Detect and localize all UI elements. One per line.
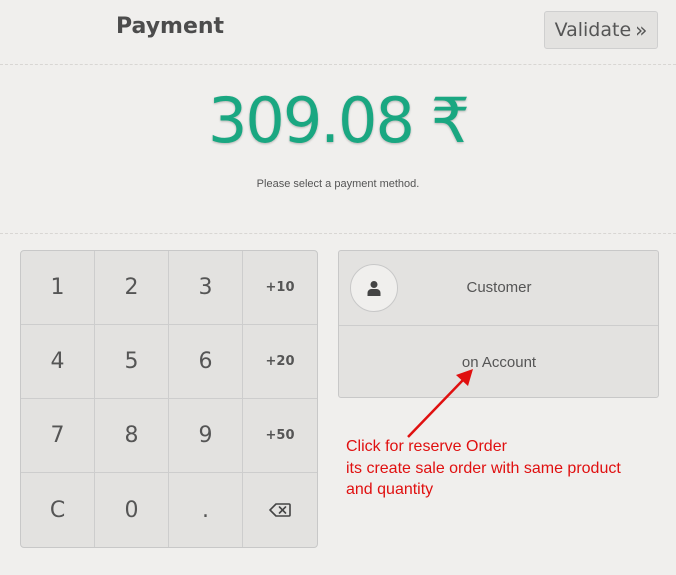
numpad-key-1[interactable]: 1: [21, 251, 95, 325]
annotation-line: Click for reserve Order: [346, 438, 507, 455]
annotation-line: its create sale order with same product: [346, 459, 621, 477]
numpad-key-plus-50[interactable]: +50: [243, 399, 317, 473]
customer-label: Customer: [466, 279, 532, 296]
validate-button[interactable]: Validate »: [544, 11, 658, 49]
numpad-key-8[interactable]: 8: [95, 399, 169, 473]
payment-method-panel: Customer on Account: [338, 250, 659, 398]
divider: [0, 233, 676, 234]
validate-label: Validate: [554, 19, 632, 41]
numpad-key-6[interactable]: 6: [169, 325, 243, 399]
numpad: 1 2 3 +10 4 5 6 +20 7 8 9 +50 C 0 .: [20, 250, 318, 548]
numpad-key-backspace[interactable]: [243, 473, 317, 547]
double-chevron-right-icon: »: [635, 18, 648, 42]
numpad-key-7[interactable]: 7: [21, 399, 95, 473]
payment-hint: Please select a payment method.: [256, 178, 420, 190]
total-amount: 309.08 ₹: [207, 84, 470, 157]
numpad-key-decimal[interactable]: .: [169, 473, 243, 547]
customer-button[interactable]: Customer: [339, 251, 658, 326]
numpad-key-plus-20[interactable]: +20: [243, 325, 317, 399]
annotation-text: Click for reserve Order its create sale …: [346, 436, 666, 501]
numpad-key-plus-10[interactable]: +10: [243, 251, 317, 325]
numpad-key-clear[interactable]: C: [21, 473, 95, 547]
payment-header: Payment Validate »: [0, 0, 676, 65]
numpad-key-3[interactable]: 3: [169, 251, 243, 325]
backspace-icon: [269, 503, 291, 517]
numpad-key-2[interactable]: 2: [95, 251, 169, 325]
numpad-key-5[interactable]: 5: [95, 325, 169, 399]
on-account-button[interactable]: on Account: [339, 325, 658, 397]
page-title: Payment: [116, 14, 225, 39]
numpad-key-9[interactable]: 9: [169, 399, 243, 473]
numpad-key-4[interactable]: 4: [21, 325, 95, 399]
numpad-key-0[interactable]: 0: [95, 473, 169, 547]
on-account-label: on Account: [461, 354, 537, 371]
annotation-line: and quantity: [346, 481, 434, 498]
